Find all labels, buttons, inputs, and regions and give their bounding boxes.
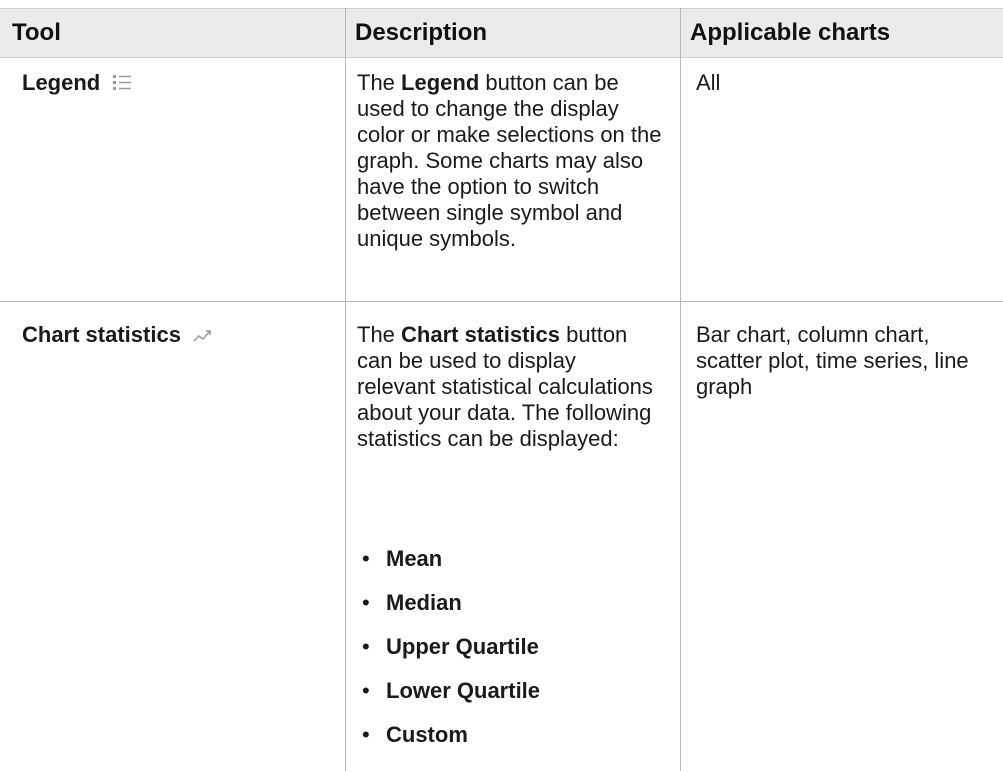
list-item: • Median: [362, 590, 462, 615]
row-divider: [0, 301, 1003, 302]
tool-cell-chart-statistics: Chart statistics: [22, 322, 215, 349]
list-item: • Lower Quartile: [362, 678, 541, 703]
statistics-list: • Mean • Median • Upper Quartile • Lower Qua…: [362, 546, 662, 766]
list-item: • Custom: [362, 722, 468, 747]
tool-name: Legend: [22, 70, 101, 95]
description-text: button can be used to change the display…: [357, 70, 662, 251]
tools-table: Tool Description Applicable charts Legen…: [0, 0, 1003, 771]
tool-name: Chart statistics: [22, 322, 181, 347]
trend-line-icon: [193, 323, 215, 349]
header-description: Description: [355, 19, 488, 46]
header-tool: Tool: [12, 19, 61, 46]
legend-list-icon: [112, 71, 132, 97]
description-emphasis: Legend: [401, 70, 480, 95]
description-cell-legend: The Legend button can be used to change …: [357, 70, 662, 252]
header-applicable-charts: Applicable charts: [690, 19, 891, 46]
list-item: • Upper Quartile: [362, 634, 539, 659]
column-divider: [345, 8, 346, 771]
column-divider: [680, 8, 681, 771]
applicable-cell-legend: All: [696, 70, 721, 95]
description-emphasis: Chart statistics: [401, 322, 560, 347]
tool-cell-legend: Legend: [22, 70, 132, 97]
applicable-cell-chart-statistics: Bar chart, column chart, scatter plot, t…: [696, 322, 969, 399]
table-header-row: Tool Description Applicable charts: [0, 8, 1003, 58]
description-lead: The: [357, 70, 395, 95]
description-cell-chart-statistics: The Chart statistics button can be used …: [357, 322, 657, 452]
description-lead: The: [357, 322, 395, 347]
list-item: • Mean: [362, 546, 443, 571]
